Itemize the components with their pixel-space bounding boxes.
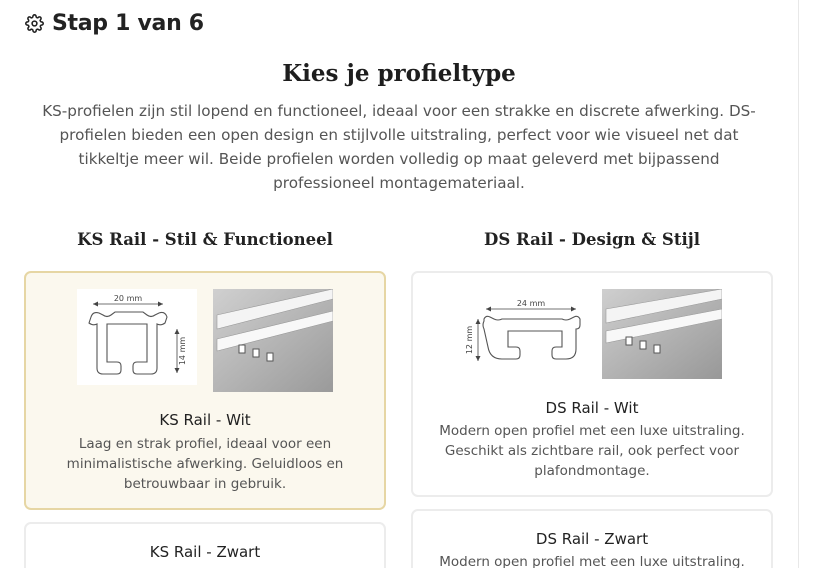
intro-text: KS-profielen zijn stil lopend en functio…: [42, 102, 756, 192]
card-name: DS Rail - Wit: [545, 399, 639, 417]
card-ks-rail-wit[interactable]: 20 mm 14 mm KS Rail - Wit Laag en strak …: [24, 271, 386, 510]
ks-column-title: KS Rail - Stil & Functioneel: [77, 230, 333, 249]
step-title: Stap 1 van 6: [52, 10, 204, 36]
card-description: Modern open profiel met een luxe uitstra…: [439, 554, 745, 568]
ks-height-label: 14 mm: [178, 337, 187, 366]
ds-thumbs: 24 mm 12 mm: [462, 289, 722, 379]
page-title: Kies je profieltype: [282, 60, 516, 87]
ds-rail-photo: [602, 289, 722, 379]
ks-width-label: 20 mm: [114, 294, 143, 303]
ds-profile-diagram: 24 mm 12 mm: [462, 289, 586, 379]
card-name: DS Rail - Zwart: [535, 530, 649, 548]
card-description: Laag en strak profiel, ideaal voor een m…: [66, 436, 344, 492]
card-ks-rail-zwart[interactable]: KS Rail - Zwart: [24, 522, 386, 568]
scrollbar[interactable]: [798, 0, 817, 568]
step-header: Stap 1 van 6: [24, 8, 204, 38]
ds-height-label: 12 mm: [465, 326, 474, 355]
card-name: KS Rail - Zwart: [149, 543, 261, 561]
ks-rail-photo: [213, 289, 333, 392]
ks-profile-diagram: 20 mm 14 mm: [77, 289, 197, 385]
card-ds-rail-zwart[interactable]: DS Rail - Zwart Modern open profiel met …: [411, 509, 773, 568]
ks-thumbs: 20 mm 14 mm: [77, 289, 333, 392]
ds-column-title: DS Rail - Design & Stijl: [484, 230, 700, 249]
card-name: KS Rail - Wit: [159, 411, 251, 429]
card-description: Modern open profiel met een luxe uitstra…: [439, 423, 745, 479]
card-ds-rail-wit[interactable]: 24 mm 12 mm DS Rail - Wit Modern open pr…: [411, 271, 773, 497]
gear-icon: [24, 13, 44, 33]
ds-width-label: 24 mm: [517, 299, 546, 308]
